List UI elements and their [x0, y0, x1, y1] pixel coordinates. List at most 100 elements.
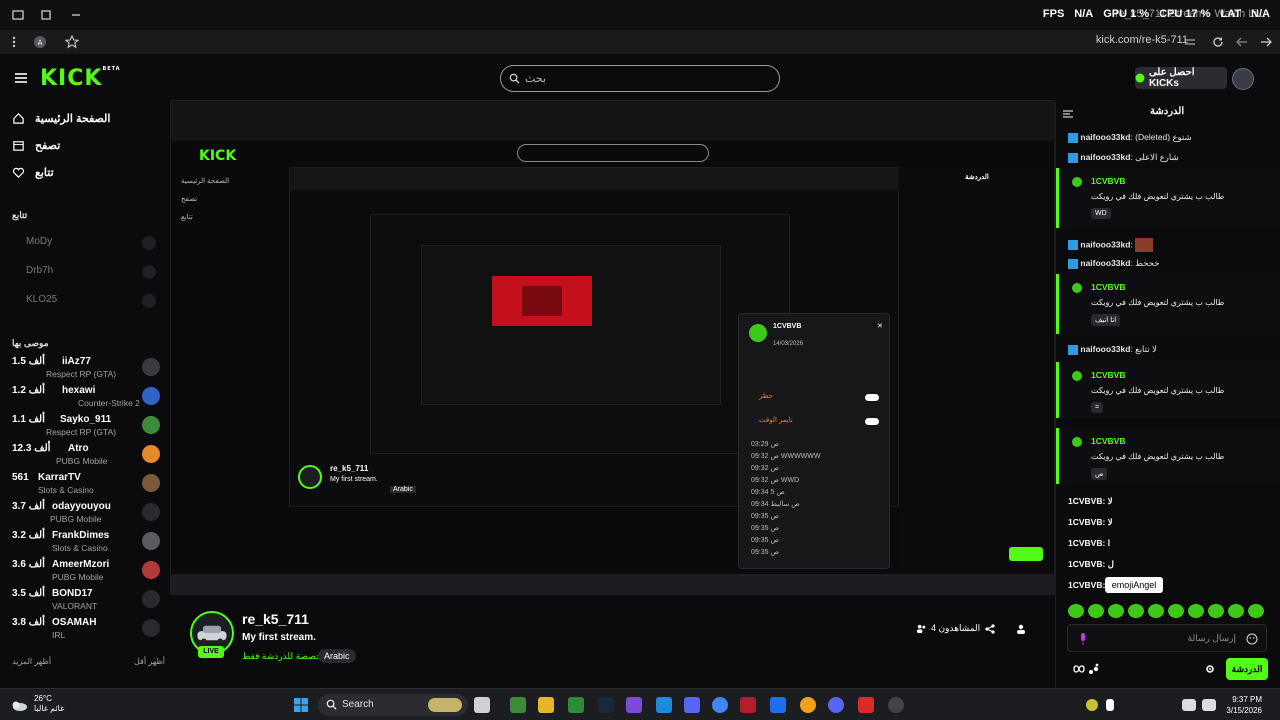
recommended-item[interactable]: 3.8 ألف OSAMAH IRL — [12, 617, 162, 645]
chat-message[interactable]: 1CVBVB: لا — [1068, 496, 1113, 507]
system-clock[interactable]: 9:37 PM 3/15/2026 — [1226, 694, 1262, 716]
emote-icon[interactable] — [1068, 604, 1084, 618]
weather-widget[interactable]: 26°C غائم غالبا — [34, 694, 64, 714]
emote-icon[interactable] — [1148, 604, 1164, 618]
microphone-icon[interactable] — [1078, 632, 1088, 646]
store-icon[interactable] — [770, 697, 786, 713]
sidebar-item-browse[interactable]: تصفح — [12, 139, 60, 152]
microphone-icon[interactable] — [1106, 699, 1114, 711]
weather-icon[interactable] — [10, 697, 28, 713]
profile-icon[interactable]: A — [32, 34, 48, 50]
chat-message[interactable]: naifooo33kd: خحخط — [1068, 258, 1159, 269]
url-field[interactable]: kick.com/re-k5-711 — [1096, 34, 1188, 46]
recommended-item[interactable]: 1.1 ألف Sayko_911 Respect RP (GTA) — [12, 414, 162, 442]
video-player[interactable]: KICK الصفحة الرئيسية تصفح تتابع re_k5_71… — [170, 100, 1055, 595]
copilot-icon[interactable] — [626, 697, 642, 713]
chat-settings-icon[interactable] — [1204, 663, 1216, 675]
chat-username[interactable]: 1CVBVB — [1068, 538, 1102, 548]
show-less-link[interactable]: أظهر أقل — [134, 657, 165, 666]
user-avatar[interactable] — [1232, 68, 1254, 90]
task-view-icon[interactable] — [474, 697, 490, 713]
game-app-icon[interactable] — [740, 697, 756, 713]
star-icon[interactable] — [64, 34, 80, 50]
chat-username[interactable]: naifooo33kd — [1080, 239, 1130, 249]
back-icon[interactable] — [1258, 34, 1274, 50]
chat-message[interactable]: naifooo33kd: شارع الاعلى — [1068, 152, 1179, 163]
following-item-klo25[interactable]: KLO25 — [26, 294, 57, 305]
kick-logo[interactable]: KICKBETA — [40, 66, 121, 91]
recommended-item[interactable]: 3.6 ألف AmeerMzori PUBG Mobile — [12, 559, 162, 587]
chat-message[interactable]: 1CVBVB: ل — [1068, 559, 1114, 570]
recommended-item[interactable]: 561 KarrarTV Slots & Casino — [12, 472, 162, 500]
chat-username[interactable]: 1CVBVB — [1091, 282, 1125, 292]
reload-icon[interactable] — [1210, 34, 1226, 50]
chat-username[interactable]: 1CVBVB — [1091, 176, 1125, 186]
recommended-item[interactable]: 3.2 ألف FrankDimes Slots & Casino — [12, 530, 162, 558]
emote-icon[interactable] — [1208, 604, 1224, 618]
emoji-icon[interactable] — [1246, 633, 1258, 645]
menu-dots-icon[interactable] — [6, 34, 22, 50]
share-icon[interactable] — [984, 623, 996, 635]
maximize-icon[interactable] — [38, 7, 54, 23]
chat-username[interactable]: 1CVBVB — [1068, 580, 1102, 590]
streaming-app-icon[interactable] — [684, 697, 700, 713]
chat-message[interactable]: 1CVBVB: — [1068, 580, 1105, 590]
send-chat-button[interactable]: الدردشة — [1226, 658, 1268, 680]
stream-category[interactable]: مخصصة للدردشة فقط — [242, 651, 327, 662]
chat-message[interactable]: 1CVBVB: ا — [1068, 538, 1110, 549]
nvidia-icon[interactable] — [568, 697, 584, 713]
chat-username[interactable]: naifooo33kd — [1080, 152, 1130, 162]
brave-icon[interactable] — [800, 697, 816, 713]
emote-icon[interactable] — [1108, 604, 1124, 618]
get-kicks-button[interactable]: احصل على KICKs — [1135, 67, 1227, 89]
volume-icon[interactable] — [1202, 699, 1216, 711]
chat-message[interactable]: 1CVBVB: لا — [1068, 517, 1113, 528]
search-input[interactable]: بحث — [500, 65, 780, 92]
chrome-icon[interactable] — [712, 697, 728, 713]
chat-message[interactable]: naifooo33kd: لا تتابع — [1068, 344, 1157, 355]
emote-icon[interactable] — [1128, 604, 1144, 618]
settings-app-icon[interactable] — [888, 697, 904, 713]
chat-username[interactable]: 1CVBVB — [1068, 559, 1102, 569]
sidebar-item-following[interactable]: تتابع — [12, 166, 54, 179]
emote-icon[interactable] — [1188, 604, 1204, 618]
recommended-item[interactable]: 1.5 ألف iiAz77 Respect RP (GTA) — [12, 356, 162, 384]
recommended-item[interactable]: 1.2 ألف hexawi Counter-Strike 2 — [12, 385, 162, 413]
chat-username[interactable]: naifooo33kd — [1080, 132, 1130, 142]
language-badge[interactable]: Arabic — [318, 649, 356, 663]
wps-icon[interactable] — [858, 697, 874, 713]
tray-app-icon[interactable] — [1086, 699, 1098, 711]
steam-icon[interactable] — [598, 697, 614, 713]
collapse-chat-icon[interactable] — [1062, 108, 1074, 120]
recommended-item[interactable]: 3.5 ألف BOND17 VALORANT — [12, 588, 162, 616]
emote-icon[interactable] — [1088, 604, 1104, 618]
chat-highlight-message[interactable]: 1CVBVB طالب ب يشتري لتعويض فلك في رويكت … — [1056, 274, 1280, 334]
edge-icon[interactable] — [656, 697, 672, 713]
file-explorer-icon[interactable] — [538, 697, 554, 713]
following-item-mody[interactable]: MoDy — [26, 236, 52, 247]
chat-username[interactable]: 1CVBVB — [1068, 496, 1102, 506]
emote-icon[interactable] — [1168, 604, 1184, 618]
follow-user-icon[interactable] — [1015, 623, 1027, 635]
streamer-name[interactable]: re_k5_711 — [242, 611, 309, 627]
chat-username[interactable]: naifooo33kd — [1080, 344, 1130, 354]
chat-username[interactable]: 1CVBVB — [1091, 370, 1125, 380]
windows-start-icon[interactable] — [293, 697, 309, 713]
show-more-link[interactable]: أظهر المزيد — [12, 657, 51, 666]
emote-icon[interactable] — [1228, 604, 1244, 618]
forward-icon[interactable] — [1234, 34, 1250, 50]
tune-icon[interactable] — [1182, 34, 1198, 50]
chat-message[interactable]: naifooo33kd: (Deleted) شتوع — [1068, 132, 1192, 143]
chat-username[interactable]: 1CVBVB — [1068, 517, 1102, 527]
chat-message[interactable]: naifooo33kd: — [1068, 238, 1154, 252]
following-item-drb7h[interactable]: Drb7h — [26, 265, 53, 276]
recommended-item[interactable]: 12.3 ألف Atro PUBG Mobile — [12, 443, 162, 471]
hamburger-menu-icon[interactable] — [13, 70, 29, 86]
wifi-icon[interactable] — [1182, 699, 1196, 711]
close-icon[interactable] — [68, 7, 84, 23]
chat-highlight-message[interactable]: 1CVBVB طالب ب يشتري لتعويض فلك في رويكت … — [1056, 168, 1280, 228]
taskbar-search[interactable]: Search — [318, 694, 468, 716]
discord-icon[interactable] — [828, 697, 844, 713]
minimize-icon[interactable] — [10, 7, 26, 23]
chat-highlight-message[interactable]: 1CVBVB طالب ب يشتري لتعويض فلك في رويكت … — [1056, 362, 1280, 418]
